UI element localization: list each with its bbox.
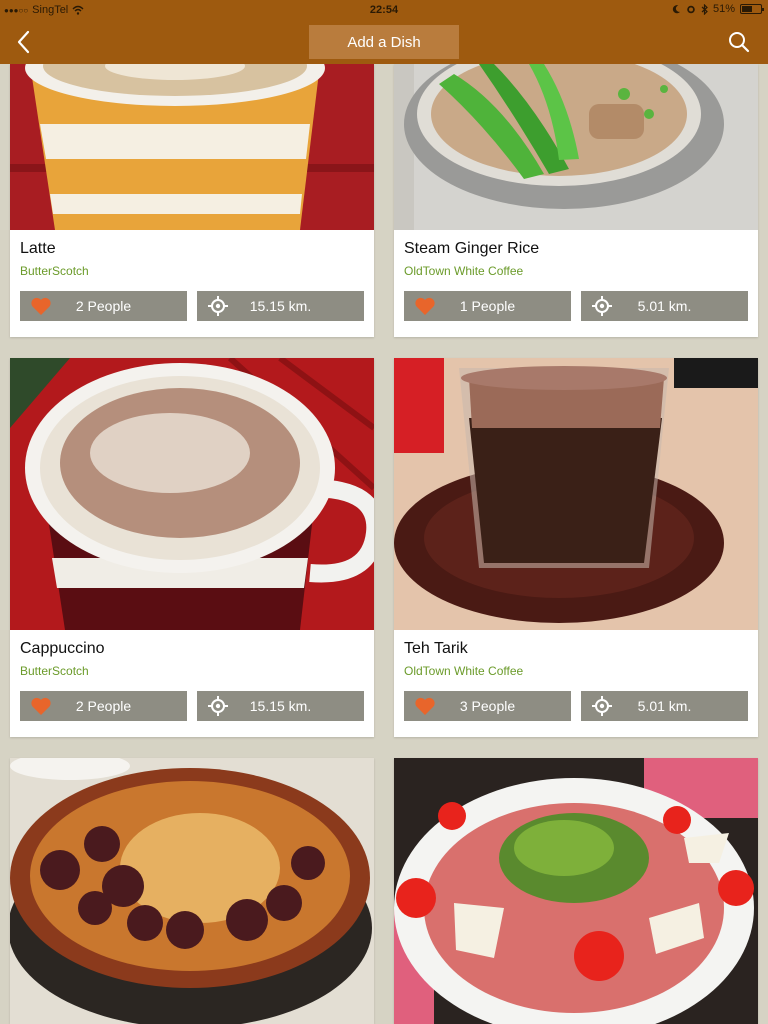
ginger-rice-image — [394, 64, 758, 230]
dish-card[interactable]: Latte ButterScotch 2 People 15.15 km. — [10, 64, 374, 337]
distance-button[interactable]: 5.01 km. — [581, 691, 748, 721]
dish-name: Cappuccino — [20, 640, 105, 657]
distance-button[interactable]: 5.01 km. — [581, 291, 748, 321]
like-button[interactable]: 3 People — [404, 691, 571, 721]
dish-photo[interactable] — [10, 64, 374, 230]
dish-actions: 2 People 15.15 km. — [20, 691, 364, 721]
distance-value: 5.01 km. — [637, 698, 692, 714]
distance-value: 15.15 km. — [249, 298, 312, 314]
add-dish-button[interactable]: Add a Dish — [309, 25, 459, 59]
battery-percent: 51% — [712, 3, 735, 15]
dish-name: Latte — [20, 240, 56, 257]
latte-image — [10, 64, 374, 230]
distance-value: 5.01 km. — [637, 298, 692, 314]
nav-bar: Add a Dish — [0, 20, 768, 64]
back-button[interactable] — [14, 29, 42, 55]
teh-tarik-image — [394, 358, 758, 630]
dish-actions: 3 People 5.01 km. — [404, 691, 748, 721]
tagine-image — [10, 758, 374, 1024]
dish-photo[interactable] — [10, 358, 374, 630]
status-right: 51% — [672, 3, 764, 15]
like-button[interactable]: 2 People — [20, 691, 187, 721]
dish-card[interactable] — [394, 758, 758, 1024]
dish-place[interactable]: ButterScotch — [20, 264, 364, 280]
cappuccino-image — [10, 358, 374, 630]
status-bar: ●●●○○ SingTel 22:54 51% — [0, 0, 768, 20]
alarm-icon — [687, 5, 695, 14]
dish-card[interactable]: Cappuccino ButterScotch 2 People 15.15 k… — [10, 358, 374, 737]
moon-icon — [672, 5, 681, 14]
dish-info: Cappuccino ButterScotch 2 People 15.15 k… — [10, 630, 374, 737]
dish-photo[interactable] — [10, 758, 374, 1024]
dish-actions: 1 People 5.01 km. — [404, 291, 748, 321]
dish-name: Teh Tarik — [404, 640, 468, 657]
like-count: 1 People — [459, 298, 516, 314]
like-count: 2 People — [75, 698, 132, 714]
dish-name: Steam Ginger Rice — [404, 240, 540, 257]
bluetooth-icon — [701, 3, 708, 15]
dish-place[interactable]: ButterScotch — [20, 664, 364, 680]
dish-photo[interactable] — [394, 358, 758, 630]
dish-info: Latte ButterScotch 2 People 15.15 km. — [10, 230, 374, 337]
dish-place[interactable]: OldTown White Coffee — [404, 264, 748, 280]
dish-photo[interactable] — [394, 64, 758, 230]
distance-button[interactable]: 15.15 km. — [197, 291, 364, 321]
like-count: 3 People — [459, 698, 516, 714]
carpaccio-image — [394, 758, 758, 1024]
dish-photo[interactable] — [394, 758, 758, 1024]
status-time: 22:54 — [369, 4, 399, 16]
distance-value: 15.15 km. — [249, 698, 312, 714]
search-button[interactable] — [726, 29, 752, 55]
battery-icon — [740, 4, 764, 14]
dish-card[interactable]: Steam Ginger Rice OldTown White Coffee 1… — [394, 64, 758, 337]
dish-actions: 2 People 15.15 km. — [20, 291, 364, 321]
dish-info: Teh Tarik OldTown White Coffee 3 People … — [394, 630, 758, 737]
dish-grid: Latte ButterScotch 2 People 15.15 km. St… — [0, 64, 768, 1024]
dish-card[interactable] — [10, 758, 374, 1024]
distance-button[interactable]: 15.15 km. — [197, 691, 364, 721]
dish-card[interactable]: Teh Tarik OldTown White Coffee 3 People … — [394, 358, 758, 737]
like-button[interactable]: 1 People — [404, 291, 571, 321]
search-icon — [729, 32, 750, 53]
dish-info: Steam Ginger Rice OldTown White Coffee 1… — [394, 230, 758, 337]
like-count: 2 People — [75, 298, 132, 314]
like-button[interactable]: 2 People — [20, 291, 187, 321]
chevron-left-icon — [17, 30, 30, 54]
dish-place[interactable]: OldTown White Coffee — [404, 664, 748, 680]
